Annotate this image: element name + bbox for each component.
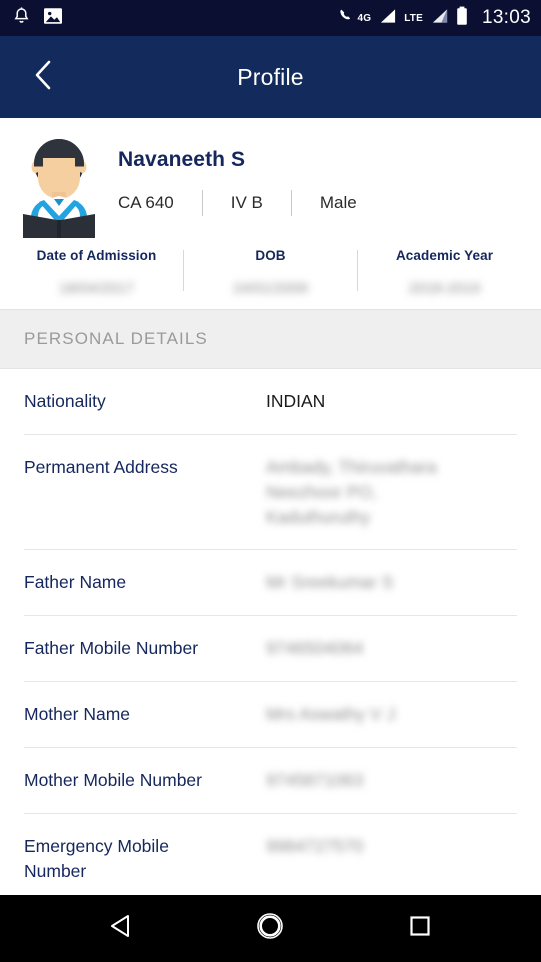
address-line: Ambady, Thiruvathara <box>266 456 437 477</box>
stat-dob: DOB 24/01/2009 <box>184 248 357 297</box>
detail-value: 9746504064 <box>266 638 364 659</box>
network-type-lte-label: LTE <box>404 12 423 24</box>
detail-label: Permanent Address <box>24 456 178 477</box>
stat-label: Date of Admission <box>36 248 157 263</box>
profile-stats: Date of Admission 18/04/2017 DOB 24/01/2… <box>0 248 541 309</box>
profile-header: Navaneeth S CA 640 IV B Male <box>0 118 541 238</box>
page-title: Profile <box>237 63 304 90</box>
personal-details-list: Nationality INDIAN Permanent Address Amb… <box>0 369 541 895</box>
detail-label: Father Name <box>24 572 127 593</box>
detail-row-father-name[interactable]: Father Name Mr Sreekumar S <box>24 550 517 617</box>
stat-date-of-admission: Date of Admission 18/04/2017 <box>10 248 183 297</box>
status-bar-clock: 13:03 <box>481 7 531 28</box>
back-triangle-icon <box>108 912 134 945</box>
detail-label: Nationality <box>24 391 106 411</box>
detail-value: Mr Sreekumar S <box>266 572 394 593</box>
address-line: Neezhoor PO, <box>266 481 377 502</box>
home-circle-icon <box>255 911 285 946</box>
stat-value: 24/01/2009 <box>232 280 309 297</box>
status-bar-notifications <box>12 6 63 31</box>
detail-value: Ambady, Thiruvathara Neezhoor PO, Kaduth… <box>262 455 517 530</box>
detail-row-father-mobile-number[interactable]: Father Mobile Number 9746504064 <box>24 616 517 683</box>
android-navigation-bar <box>0 895 541 962</box>
bell-icon <box>12 6 31 31</box>
status-bar: 4G LTE 13:03 <box>0 0 541 36</box>
nav-recents-button[interactable] <box>392 901 448 957</box>
detail-row-permanent-address[interactable]: Permanent Address Ambady, Thiruvathara N… <box>24 435 517 551</box>
app-bar: Profile <box>0 36 541 118</box>
student-name: Navaneeth S <box>118 148 246 171</box>
network-type-4g-label: 4G <box>357 12 372 24</box>
nav-home-button[interactable] <box>242 901 298 957</box>
stat-label: DOB <box>255 248 286 263</box>
detail-value: 9745871063 <box>266 769 364 790</box>
detail-row-mother-mobile-number[interactable]: Mother Mobile Number 9745871063 <box>24 748 517 814</box>
student-summary: CA 640 IV B Male <box>118 190 357 216</box>
back-button[interactable] <box>14 48 72 106</box>
status-bar-system-icons: 4G LTE 13:03 <box>339 6 531 31</box>
detail-label: Father Mobile Number <box>24 638 199 659</box>
stat-academic-year: Academic Year 2018-2019 <box>358 248 531 297</box>
detail-label: Emergency Mobile Number <box>24 835 169 881</box>
chevron-left-icon <box>30 58 56 97</box>
stat-value: 2018-2019 <box>408 280 481 297</box>
section-header-personal-details: PERSONAL DETAILS <box>0 309 541 369</box>
detail-label: Mother Name <box>24 704 131 725</box>
stat-value: 18/04/2017 <box>58 280 135 297</box>
nav-back-button[interactable] <box>93 901 149 957</box>
phone-signal-icon <box>339 7 356 30</box>
detail-row-emergency-mobile-number[interactable]: Emergency Mobile Number 9984727570 <box>24 814 517 895</box>
recents-square-icon <box>408 914 432 943</box>
summary-divider <box>201 190 203 216</box>
profile-meta: Navaneeth S CA 640 IV B Male <box>118 132 357 216</box>
detail-row-mother-name[interactable]: Mother Name Mrs Aswathy V J <box>24 682 517 748</box>
detail-value: 9984727570 <box>266 835 364 856</box>
detail-label: Mother Mobile Number <box>24 769 202 790</box>
signal-bars-icon-2 <box>430 8 449 29</box>
detail-value: INDIAN <box>266 391 326 411</box>
avatar <box>0 132 118 238</box>
student-class: IV B <box>230 193 263 212</box>
battery-icon <box>456 6 468 31</box>
section-title: PERSONAL DETAILS <box>24 329 208 348</box>
detail-row-nationality[interactable]: Nationality INDIAN <box>24 369 517 435</box>
student-id: CA 640 <box>118 193 174 212</box>
student-gender: Male <box>319 193 357 212</box>
image-icon <box>43 7 63 30</box>
stat-label: Academic Year <box>395 248 494 263</box>
detail-value: Mrs Aswathy V J <box>266 704 396 725</box>
address-line: Kaduthuruthy <box>266 506 371 527</box>
summary-divider <box>290 190 292 216</box>
student-reading-avatar-icon <box>23 139 95 238</box>
profile-scroll-area[interactable]: Navaneeth S CA 640 IV B Male Date of Adm… <box>0 118 541 895</box>
signal-bars-icon-1 <box>378 8 397 29</box>
